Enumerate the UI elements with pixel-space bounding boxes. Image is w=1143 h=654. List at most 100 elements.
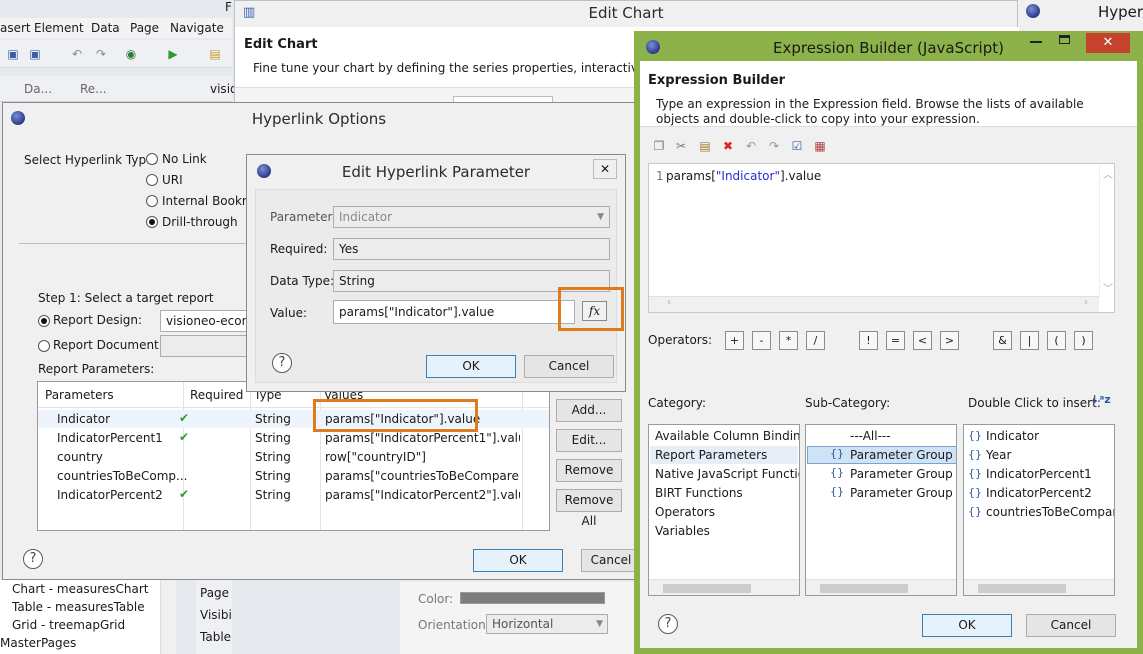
cut-icon[interactable]: ✂ [674,139,688,153]
menu-data[interactable]: Data [91,21,120,35]
subcategory-hscroll[interactable] [806,579,956,595]
insert-list[interactable]: {} Indicator {} Year {} IndicatorPercent… [963,424,1115,596]
orientation-select[interactable]: Horizontal ▼ [486,614,608,634]
prop-tab-table[interactable]: Table [200,630,231,644]
category-hscroll[interactable] [649,579,799,595]
edit-button[interactable]: Edit... [556,429,622,452]
radio-uri[interactable] [146,174,158,186]
cancel-button[interactable]: Cancel [1026,614,1116,637]
run-icon[interactable]: ▶ [166,47,180,61]
color-swatch[interactable] [460,592,605,604]
cancel-button[interactable]: Cancel [524,355,614,378]
minimize-icon[interactable] [1030,41,1042,43]
outline-scrollbar[interactable] [160,580,176,654]
remove-all-button[interactable]: Remove All [556,489,622,528]
scroll-thumb[interactable] [820,584,908,593]
tab-data-explorer[interactable]: Da... [24,82,52,96]
operator-plus-button[interactable]: + [725,331,744,350]
list-item[interactable]: Year [986,448,1011,462]
menu-page[interactable]: Page [130,21,159,35]
table-row[interactable]: IndicatorPercent2 ✔ String params["Indic… [38,486,549,504]
operator-equals-button[interactable]: = [886,331,905,350]
report-document-field[interactable] [160,335,250,357]
table-row[interactable]: countriesToBeComp... String params["coun… [38,467,549,485]
menu-element[interactable]: Element [34,21,84,35]
operator-not-button[interactable]: ! [859,331,878,350]
list-item[interactable]: Available Column Bindings [655,429,799,443]
add-button[interactable]: Add... [556,399,622,422]
tab-resource-explorer[interactable]: Re... [80,82,107,96]
undo-icon[interactable]: ↶ [744,139,758,153]
cancel-button[interactable]: Cancel [581,549,641,572]
close-icon[interactable]: ✕ [593,159,617,179]
radio-no-link[interactable] [146,153,158,165]
web-view-icon[interactable]: ◉ [124,47,138,61]
list-item[interactable]: IndicatorPercent2 [986,486,1092,500]
delete-icon[interactable]: ✖ [721,139,735,153]
subcategory-list[interactable]: ---All--- {} Parameter Group - S {} Para… [805,424,957,596]
list-item[interactable]: Operators [655,505,715,519]
copy-icon[interactable]: ❐ [652,139,666,153]
help-icon[interactable]: ? [272,353,292,373]
operator-minus-button[interactable]: - [752,331,771,350]
list-item[interactable]: Parameter Group - D [850,467,956,481]
list-item[interactable]: countriesToBeCompared [986,505,1114,519]
help-icon[interactable]: ? [658,614,678,634]
list-item[interactable]: ---All--- [850,429,891,443]
ok-button[interactable]: OK [922,614,1012,637]
list-item[interactable]: Parameter Group - T [850,486,956,500]
list-item[interactable]: Variables [655,524,710,538]
operator-divide-button[interactable]: / [806,331,825,350]
list-item[interactable]: Parameter Group - S [850,448,956,462]
insert-hscroll[interactable] [964,579,1114,595]
category-list[interactable]: Available Column Bindings Report Paramet… [648,424,800,596]
scroll-thumb[interactable] [978,584,1066,593]
menu-navigate[interactable]: Navigate [170,21,224,35]
table-row[interactable]: country String row["countryID"] [38,448,549,466]
operator-multiply-button[interactable]: * [779,331,798,350]
radio-report-document[interactable] [38,340,50,352]
value-input[interactable]: params["Indicator"].value [333,300,575,324]
validate-icon[interactable]: ☑ [790,139,804,153]
ok-button[interactable]: OK [426,355,516,378]
outline-item-masterpages[interactable]: MasterPages [0,636,76,650]
scroll-thumb[interactable] [663,584,751,593]
operator-close-paren-button[interactable]: ) [1074,331,1093,350]
close-icon[interactable]: ✕ [1086,33,1130,53]
editor-vscroll[interactable]: ︿ ﹀ [1099,164,1115,296]
help-icon[interactable]: ? [23,549,43,569]
operator-less-button[interactable]: < [913,331,932,350]
col-required[interactable]: Required [190,388,243,402]
remove-button[interactable]: Remove [556,459,622,482]
radio-internal-bookmark[interactable] [146,195,158,207]
ok-button[interactable]: OK [473,549,563,572]
save-icon[interactable]: ▣ [6,47,20,61]
undo-icon[interactable]: ↶ [70,47,84,61]
open-folder-icon[interactable]: ▤ [208,47,222,61]
list-item[interactable]: Report Parameters [655,448,767,462]
maximize-icon[interactable] [1059,35,1070,44]
list-item[interactable]: Native JavaScript Functions [655,467,799,481]
operator-or-button[interactable]: | [1020,331,1039,350]
operator-greater-button[interactable]: > [940,331,959,350]
radio-drill-through[interactable] [146,216,158,228]
report-design-field[interactable]: visioneo-econo [160,310,250,332]
col-parameters[interactable]: Parameters [45,388,114,402]
prop-tab-visibility[interactable]: Visibi [200,608,232,622]
parameter-select[interactable]: Indicator ▼ [333,206,610,228]
list-item[interactable]: IndicatorPercent1 [986,467,1092,481]
save-all-icon[interactable]: ▣ [28,47,42,61]
redo-icon[interactable]: ↷ [94,47,108,61]
outline-item-grid[interactable]: Grid - treemapGrid [12,618,125,632]
outline-item-chart[interactable]: Chart - measuresChart [12,582,149,596]
calculator-icon[interactable]: ▦ [813,139,827,153]
outline-item-table[interactable]: Table - measuresTable [12,600,145,614]
list-item[interactable]: BIRT Functions [655,486,743,500]
expression-editor[interactable]: 1 params["Indicator"].value ︿ ﹀ ‹ › [648,163,1115,313]
operator-and-button[interactable]: & [993,331,1012,350]
operator-open-paren-button[interactable]: ( [1047,331,1066,350]
paste-icon[interactable]: ▤ [698,139,712,153]
redo-icon[interactable]: ↷ [767,139,781,153]
prop-tab-page[interactable]: Page [200,586,229,600]
editor-hscroll[interactable]: ‹ › [649,296,1099,312]
